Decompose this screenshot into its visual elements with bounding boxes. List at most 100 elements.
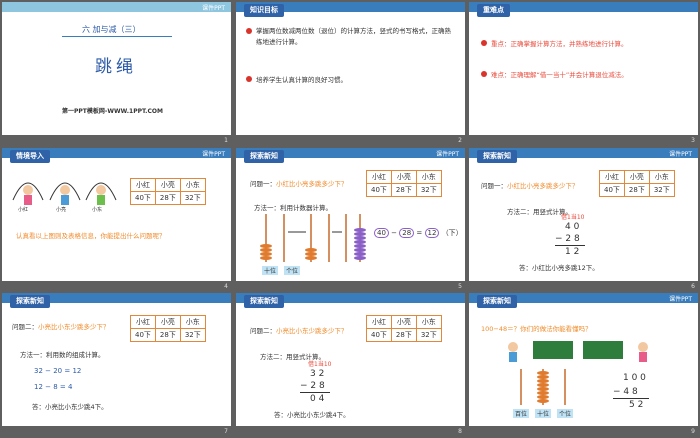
slide-number: 1 (224, 137, 228, 144)
slide-2[interactable]: 知识目标 掌握两位数减两位数（退位）的计算方法，竖式的书写格式，正确熟练地进行计… (236, 2, 465, 145)
table-cell: 40下 (366, 328, 392, 342)
table-cell: 28下 (390, 183, 417, 197)
table-cell: 28下 (623, 183, 650, 197)
slide-footer (2, 281, 231, 291)
vertical-line-1: 3 2 (310, 369, 325, 379)
slide-footer (2, 135, 231, 145)
bullet-dot (246, 76, 252, 82)
equation-term: （下） (441, 229, 463, 237)
vertical-rule (300, 392, 330, 393)
problem-label: 问题二： (12, 323, 38, 331)
slide-8[interactable]: 探索新知 问题二： 小亮比小东少跳多少下？ 小红 小亮 小东 40下 28下 32下 方… (236, 293, 465, 436)
kid-name-label: 小东 (92, 207, 103, 213)
table-header: 小亮 (390, 170, 417, 184)
table-cell: 40下 (366, 183, 392, 197)
equation-term: 40 (374, 228, 389, 238)
slide-9[interactable]: 探索新知 课件PPT 100−48＝？你们的做法你能看懂吗？ 百位 十位 个位 … (469, 293, 698, 436)
table-header: 小亮 (390, 315, 417, 329)
step-equation-1: 32 − 20 = 12 (34, 367, 82, 375)
slide-top-bar (2, 2, 231, 12)
section-tag: 探索新知 (477, 150, 517, 163)
bullet-dot (481, 71, 487, 77)
table-header: 小红 (130, 178, 156, 192)
equation-box: 40 − 28 = 12 （下） (374, 228, 463, 238)
vertical-line-2: − 2 8 (555, 234, 580, 244)
slide-3[interactable]: 重难点 重点：正确掌握计算方法，并熟练地进行计算。 难点：正确理解“借一当十”并… (469, 2, 698, 145)
logo-text: 课件PPT (436, 151, 459, 158)
table-header: 小红 (366, 315, 392, 329)
table-cell: 32下 (415, 328, 442, 342)
kid-name-label: 小红 (18, 207, 29, 213)
slide-footer (469, 281, 698, 291)
section-tag: 探索新知 (10, 295, 50, 308)
question-text: 100−48＝？你们的做法你能看懂吗？ (481, 325, 592, 333)
abacus-label-tens: 十位 (262, 266, 279, 275)
borrow-note: 借1当10 (561, 214, 585, 221)
problem-label: 问题一： (250, 180, 276, 188)
logo-text: 课件PPT (202, 151, 225, 158)
slide-7[interactable]: 探索新知 问题二： 小亮比小东少跳多少下？ 小红 小亮 小东 40下 28下 32下 方… (2, 293, 231, 436)
table-header: 小东 (648, 170, 675, 184)
vertical-result: 5 2 (629, 400, 644, 410)
section-tag: 探索新知 (244, 295, 284, 308)
jump-count-table: 小红 小亮 小东 40下 28下 32下 (130, 315, 206, 342)
question-text: 认真看以上图则及表格信息，你能提出什么问题呢？ (16, 232, 166, 240)
equation-term: = (416, 229, 423, 237)
equation-term: 12 (424, 228, 440, 238)
slide-footer (236, 135, 465, 145)
borrow-note: 借1当10 (308, 361, 332, 368)
bullet-dot (481, 40, 487, 46)
table-header: 小东 (415, 170, 442, 184)
slide-5[interactable]: 探索新知 课件PPT 问题一： 小红比小亮多跳多少下？ 小红 小亮 小东 40下 28… (236, 148, 465, 291)
jump-count-table: 小红 小亮 小东 40下 28下 32下 (599, 170, 675, 197)
goal-text-2: 培养学生认真计算的良好习惯。 (256, 76, 347, 84)
section-tag: 重难点 (477, 4, 510, 17)
slide-number: 6 (691, 283, 695, 290)
answer-text: 答：小亮比小东少跳4下。 (32, 403, 108, 411)
unit-title: 六 加与减（三） (82, 25, 141, 34)
table-header: 小红 (366, 170, 392, 184)
problem-text: 小红比小亮多跳多少下？ (276, 180, 348, 188)
table-cell: 28下 (154, 191, 181, 205)
method-text: 方法一：利用数的组成计算。 (20, 351, 105, 359)
logo-text: 课件PPT (669, 296, 692, 303)
goal-text-1: 掌握两位数减两位数（退位）的计算方法，竖式的书写格式，正确熟练地进行计算。 (256, 27, 451, 46)
slide-number: 2 (458, 137, 462, 144)
slide-footer (469, 426, 698, 436)
vertical-result: 0 4 (310, 394, 325, 404)
slide-6[interactable]: 探索新知 课件PPT 问题一： 小红比小亮多跳多少下？ 小红 小亮 小东 40下 28… (469, 148, 698, 291)
answer-text: 答：小亮比小东少跳4下。 (274, 411, 350, 419)
slide-footer (2, 426, 231, 436)
table-header: 小东 (179, 315, 206, 329)
slide-number: 4 (224, 283, 228, 290)
problem-label: 问题一： (481, 182, 507, 190)
slide-number: 3 (691, 137, 695, 144)
kid-name-label: 小亮 (56, 207, 67, 213)
table-cell: 40下 (130, 328, 156, 342)
table-cell: 40下 (130, 191, 156, 205)
problem-text: 小红比小亮多跳多少下？ (507, 182, 579, 190)
table-cell: 32下 (648, 183, 675, 197)
divider-line (62, 36, 172, 37)
table-header: 小亮 (154, 178, 181, 192)
abacus-illustration (260, 214, 366, 262)
abacus-illustration (520, 369, 566, 405)
slide-footer (236, 426, 465, 436)
slide-1[interactable]: 课件PPT 六 加与减（三） 跳绳 第一PPT模板网-WWW.1PPT.COM … (2, 2, 231, 145)
vertical-line-2: − 4 8 (613, 387, 638, 397)
vertical-result: 1 2 (565, 247, 580, 257)
abacus-label-hundreds: 百位 (513, 409, 530, 418)
slide-4[interactable]: 情境导入 课件PPT 小红 小亮 小东 小红 小亮 小东 40下 28下 32下 认真看… (2, 148, 231, 291)
slide-footer (469, 135, 698, 145)
slide-number: 7 (224, 428, 228, 435)
table-cell: 32下 (179, 328, 206, 342)
vertical-rule (613, 398, 649, 399)
section-tag: 探索新知 (477, 295, 517, 308)
vertical-rule (555, 245, 585, 246)
logo-text: 课件PPT (202, 5, 225, 12)
abacus-label-tens: 十位 (535, 409, 552, 418)
table-cell: 32下 (415, 183, 442, 197)
section-tag: 探索新知 (244, 150, 284, 163)
table-cell: 28下 (154, 328, 181, 342)
equation-term: 28 (399, 228, 415, 238)
